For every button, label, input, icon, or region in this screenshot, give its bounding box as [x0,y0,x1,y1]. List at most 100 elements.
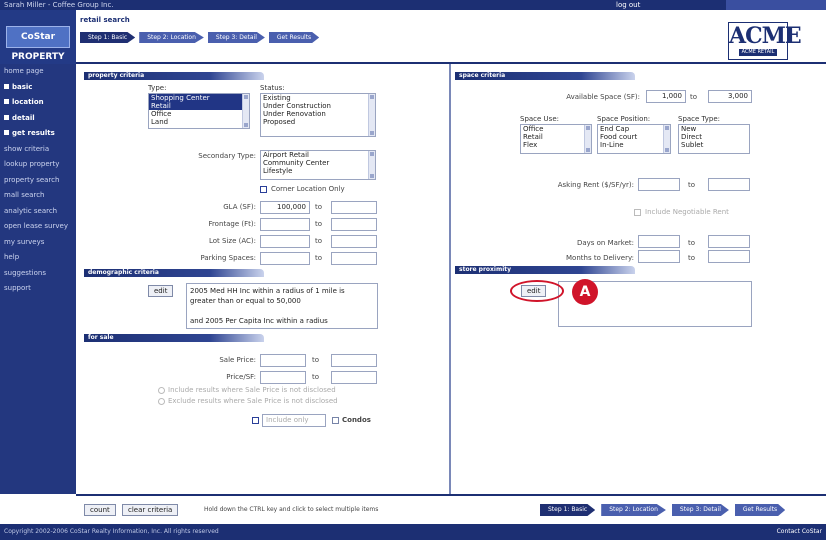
space-type-option[interactable]: New [679,125,749,133]
type-listbox[interactable]: Shopping Center Retail Office Land [148,93,250,129]
price-sf-from-input[interactable] [260,371,306,384]
asking-rent-label: Asking Rent ($/SF/yr): [557,181,634,189]
available-space-label: Available Space (SF): [566,93,640,101]
exclude-undisclosed-radio[interactable] [158,398,165,405]
sidebar-item-lease-survey[interactable]: open lease survey [0,219,76,235]
secondary-type-option[interactable]: Lifestyle [261,167,375,175]
sidebar-item-home[interactable]: home page [0,64,76,80]
sidebar-item-suggestions[interactable]: suggestions [0,266,76,282]
include-only-checkbox[interactable] [252,417,259,424]
user-title: Sarah Miller - Coffee Group Inc. [4,1,114,9]
months-from-input[interactable] [638,250,680,263]
secondary-type-listbox[interactable]: Airport Retail Community Center Lifestyl… [260,150,376,180]
type-option[interactable]: Shopping Center [149,94,249,102]
condos-checkbox[interactable] [332,417,339,424]
sidebar-item-location[interactable]: location [0,95,76,111]
available-to-input[interactable]: 3,000 [708,90,752,103]
square-icon [4,114,9,120]
asking-rent-from-input[interactable] [638,178,680,191]
step-location-button[interactable]: Step 2: Location [139,32,204,43]
lot-size-to-input[interactable] [331,235,377,248]
available-from-input[interactable]: 1,000 [646,90,686,103]
asking-rent-to-input[interactable] [708,178,750,191]
sidebar: home page basic location detail get resu… [0,64,76,494]
sidebar-item-get-results[interactable]: get results [0,126,76,142]
sale-price-from-input[interactable] [260,354,306,367]
lot-size-label: Lot Size (AC): [209,237,256,245]
parking-to-input[interactable] [331,252,377,265]
frontage-to-input[interactable] [331,218,377,231]
frontage-from-input[interactable] [260,218,310,231]
demographic-edit-button[interactable]: edit [148,285,174,297]
status-option[interactable]: Under Construction [261,102,375,110]
type-option[interactable]: Office [149,110,249,118]
for-sale-header: for sale [84,334,264,342]
step-results-button[interactable]: Get Results [268,32,320,43]
space-use-listbox[interactable]: Office Retail Flex [520,124,592,154]
space-use-option[interactable]: Office [521,125,591,133]
step-detail-button[interactable]: Step 3: Detail [207,32,265,43]
space-position-option[interactable]: End Cap [598,125,670,133]
sidebar-item-lookup-property[interactable]: lookup property [0,157,76,173]
clear-criteria-button[interactable]: clear criteria [122,504,179,516]
step-nav: Step 1: Basic Step 2: Location Step 3: D… [80,32,320,43]
months-to-input[interactable] [708,250,750,263]
parking-from-input[interactable] [260,252,310,265]
bottom-step-basic-button[interactable]: Step 1: Basic [540,504,596,516]
bottom-step-location-button[interactable]: Step 2: Location [601,504,666,516]
include-undisclosed-radio[interactable] [158,387,165,394]
contact-link[interactable]: Contact CoStar [777,524,822,540]
space-position-scrollbar[interactable] [663,125,670,153]
space-position-listbox[interactable]: End Cap Food court In-Line [597,124,671,154]
type-option[interactable]: Land [149,118,249,126]
gla-label: GLA (SF): [223,203,256,211]
bottom-step-results-button[interactable]: Get Results [734,504,786,516]
price-sf-to-input[interactable] [331,371,377,384]
sidebar-item-mall-search[interactable]: mall search [0,188,76,204]
sidebar-item-basic[interactable]: basic [0,80,76,96]
sidebar-item-property-search[interactable]: property search [0,173,76,189]
space-use-scrollbar[interactable] [584,125,591,153]
days-from-input[interactable] [638,235,680,248]
logout-link[interactable]: log out [616,0,640,10]
negotiable-rent-checkbox[interactable] [634,209,641,216]
secondary-type-option[interactable]: Community Center [261,159,375,167]
gla-to-input[interactable] [331,201,377,214]
demographic-criteria-text[interactable]: 2005 Med HH Inc within a radius of 1 mil… [186,283,378,329]
top-bar: Sarah Miller - Coffee Group Inc. log out [0,0,826,10]
sidebar-item-my-surveys[interactable]: my surveys [0,235,76,251]
status-option[interactable]: Under Renovation [261,110,375,118]
lot-size-from-input[interactable] [260,235,310,248]
status-scrollbar[interactable] [368,94,375,136]
sidebar-item-support[interactable]: support [0,281,76,297]
space-use-option[interactable]: Flex [521,141,591,149]
corner-location-checkbox[interactable] [260,186,267,193]
step-basic-button[interactable]: Step 1: Basic [80,32,136,43]
count-button[interactable]: count [84,504,116,516]
status-option[interactable]: Proposed [261,118,375,126]
include-only-select[interactable]: Include only [262,414,326,427]
page-header: retail search Step 1: Basic Step 2: Loca… [76,10,826,64]
sidebar-item-show-criteria[interactable]: show criteria [0,142,76,158]
negotiable-rent-label: Include Negotiable Rent [645,208,729,216]
sidebar-item-analytic-search[interactable]: analytic search [0,204,76,220]
days-to-input[interactable] [708,235,750,248]
sidebar-item-detail[interactable]: detail [0,111,76,127]
sale-price-to-input[interactable] [331,354,377,367]
secondary-type-scrollbar[interactable] [368,151,375,179]
frontage-to-label: to [315,220,323,228]
gla-from-input[interactable]: 100,000 [260,201,310,214]
space-type-option[interactable]: Direct [679,133,749,141]
space-type-listbox[interactable]: New Direct Sublet [678,124,750,154]
sidebar-item-help[interactable]: help [0,250,76,266]
status-option[interactable]: Existing [261,94,375,102]
space-use-option[interactable]: Retail [521,133,591,141]
space-position-option[interactable]: In-Line [598,141,670,149]
type-scrollbar[interactable] [242,94,249,128]
space-position-option[interactable]: Food court [598,133,670,141]
space-type-option[interactable]: Sublet [679,141,749,149]
status-listbox[interactable]: Existing Under Construction Under Renova… [260,93,376,137]
bottom-step-detail-button[interactable]: Step 3: Detail [671,504,729,516]
secondary-type-option[interactable]: Airport Retail [261,151,375,159]
type-option[interactable]: Retail [149,102,249,110]
